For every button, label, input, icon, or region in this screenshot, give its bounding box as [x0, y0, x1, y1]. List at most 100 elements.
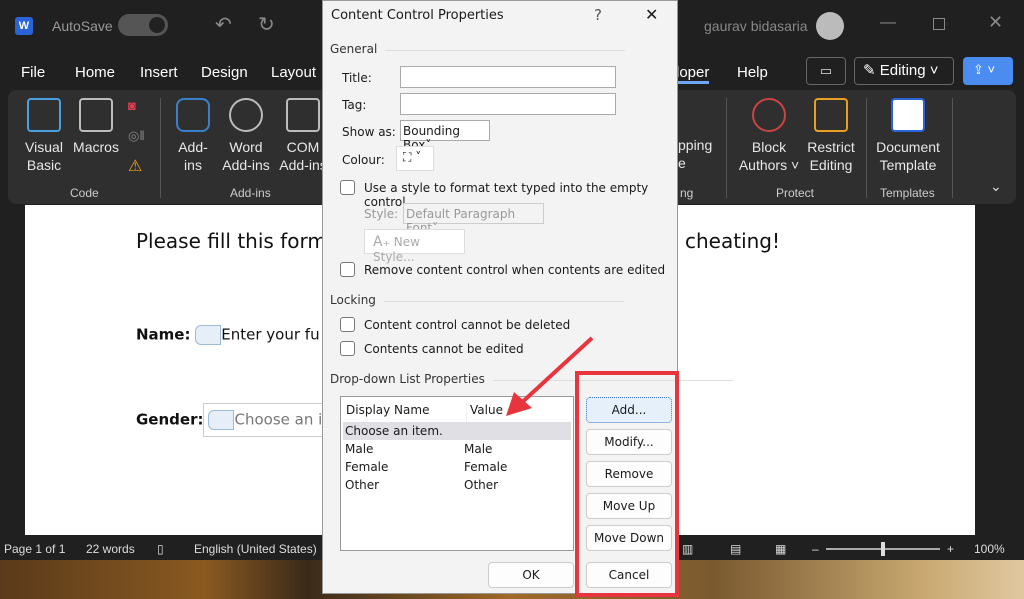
- tab-insert[interactable]: Insert: [140, 64, 178, 81]
- word-addins-button[interactable]: Word Add-ins: [220, 98, 272, 174]
- tab-file[interactable]: File: [21, 64, 45, 81]
- list-item-value[interactable]: Other: [464, 478, 498, 492]
- tab-help[interactable]: Help: [737, 64, 768, 81]
- paint-bucket-icon: ⛶: [403, 150, 412, 164]
- tab-design[interactable]: Design: [201, 64, 248, 81]
- visual-basic-button[interactable]: Visual Basic: [18, 98, 70, 174]
- macros-button[interactable]: Macros: [70, 98, 122, 156]
- heading-text: Please fill this form: [136, 229, 327, 253]
- tab-developer[interactable]: loper: [676, 64, 710, 84]
- restrict-editing-button[interactable]: Restrict Editing: [804, 98, 858, 174]
- group-mapping: ng: [680, 186, 694, 200]
- title-input[interactable]: [400, 66, 616, 88]
- cannot-delete-checkbox[interactable]: [340, 317, 355, 332]
- divider: [160, 98, 161, 198]
- list-item-display[interactable]: Female: [345, 460, 388, 474]
- label: Block Authors: [738, 139, 788, 173]
- list-item-value[interactable]: Male: [464, 442, 492, 456]
- label: Document Template: [876, 139, 940, 173]
- comments-button[interactable]: ▭: [806, 57, 846, 85]
- divider: [866, 98, 867, 198]
- editing-label: Editing: [879, 62, 926, 79]
- column-value[interactable]: Value: [466, 403, 503, 423]
- close-icon[interactable]: ✕: [645, 5, 658, 24]
- heading-text-end: cheating!: [685, 229, 781, 253]
- remove-cc-checkbox[interactable]: [340, 262, 355, 277]
- content-control-handle[interactable]: [208, 410, 235, 430]
- tab-home[interactable]: Home: [75, 64, 115, 81]
- new-style-icon: A₊: [373, 234, 390, 250]
- collapse-ribbon-icon[interactable]: ⌄: [990, 178, 1002, 195]
- avatar[interactable]: [816, 12, 844, 40]
- redo-icon[interactable]: ↻: [258, 12, 275, 37]
- minimize-icon[interactable]: —: [880, 14, 896, 32]
- help-button[interactable]: ?: [594, 6, 602, 24]
- word-template-icon: [891, 98, 925, 132]
- close-window-icon[interactable]: ✕: [988, 12, 1003, 33]
- ok-button[interactable]: OK: [488, 562, 574, 588]
- group-templates: Templates: [880, 186, 935, 200]
- tag-label: Tag:: [342, 98, 367, 112]
- list-item[interactable]: Choose an item.: [343, 422, 571, 440]
- list-item-display[interactable]: Other: [345, 478, 379, 492]
- tab-layout[interactable]: Layout: [271, 64, 316, 81]
- content-control-handle[interactable]: [195, 325, 222, 345]
- zoom-slider[interactable]: [826, 542, 940, 556]
- group-addins: Add-ins: [230, 186, 271, 200]
- language[interactable]: English (United States): [194, 542, 317, 556]
- page-count[interactable]: Page 1 of 1: [4, 542, 65, 556]
- section-dropdown-list: Drop-down List Properties: [330, 372, 733, 386]
- share-button[interactable]: ⇪ ˅: [963, 57, 1013, 85]
- addins-button[interactable]: Add-ins: [170, 98, 216, 174]
- name-content-control[interactable]: Enter your fu: [221, 326, 319, 344]
- visual-basic-icon: [27, 98, 61, 132]
- autosave-label: AutoSave: [52, 18, 113, 34]
- zoom-out-icon[interactable]: –: [812, 542, 819, 556]
- label: Macros: [73, 139, 119, 155]
- com-addins-button[interactable]: COM Add-ins: [278, 98, 328, 174]
- editing-mode-button[interactable]: ✎ Editing ˅: [854, 57, 954, 85]
- zoom-in-icon[interactable]: +: [947, 542, 954, 556]
- record-macro-icon[interactable]: ◙: [128, 98, 136, 113]
- annotation-arrow: [506, 336, 594, 416]
- print-layout-icon[interactable]: ▤: [730, 542, 741, 556]
- pause-recording-icon[interactable]: ◎‖: [128, 128, 145, 144]
- display-name: Choose an item.: [345, 424, 443, 438]
- column-display-name[interactable]: Display Name: [346, 403, 429, 417]
- group-protect: Protect: [776, 186, 815, 200]
- read-mode-icon[interactable]: ▥: [682, 542, 693, 556]
- tag-input[interactable]: [400, 93, 616, 115]
- proofing-icon[interactable]: ▯: [157, 542, 164, 556]
- remove-cc-label: Remove content control when contents are…: [364, 263, 666, 277]
- gender-label: Gender:: [136, 410, 204, 429]
- list-item-value[interactable]: Female: [464, 460, 507, 474]
- new-style-button: A₊ New Style...: [364, 229, 465, 264]
- web-layout-icon[interactable]: ▦: [775, 542, 786, 556]
- list-item-display[interactable]: Male: [345, 442, 373, 456]
- maximize-icon[interactable]: [933, 18, 945, 30]
- word-count[interactable]: 22 words: [86, 542, 135, 556]
- zoom-level[interactable]: 100%: [974, 542, 1005, 556]
- block-authors-icon: [752, 98, 786, 132]
- colour-label: Colour:: [342, 153, 385, 167]
- label: Word Add-ins: [222, 139, 270, 173]
- autosave-toggle[interactable]: [118, 14, 168, 36]
- document-template-button[interactable]: Document Template: [872, 98, 944, 174]
- mapping-pane-button[interactable]: pping e: [678, 136, 718, 172]
- macro-security-warning-icon[interactable]: ⚠: [128, 156, 142, 176]
- style-label: Style:: [364, 207, 399, 221]
- group-code: Code: [70, 186, 99, 200]
- use-style-checkbox[interactable]: [340, 180, 355, 195]
- label: Restrict Editing: [807, 139, 855, 173]
- name-field-row: Name: Enter your fu: [136, 325, 320, 345]
- cannot-edit-checkbox[interactable]: [340, 341, 355, 356]
- colour-picker-button[interactable]: ⛶ ˅: [396, 146, 434, 171]
- show-as-select[interactable]: Bounding Box˅: [400, 120, 490, 152]
- block-authors-button[interactable]: Block Authors ˅: [734, 98, 804, 174]
- label: COM Add-ins: [279, 139, 327, 173]
- label: pping: [678, 137, 713, 153]
- lock-document-icon: [814, 98, 848, 132]
- gender-field-row: Gender: Choose an ite: [136, 403, 347, 437]
- label: Add-ins: [178, 139, 208, 173]
- undo-icon[interactable]: ↶: [215, 12, 232, 37]
